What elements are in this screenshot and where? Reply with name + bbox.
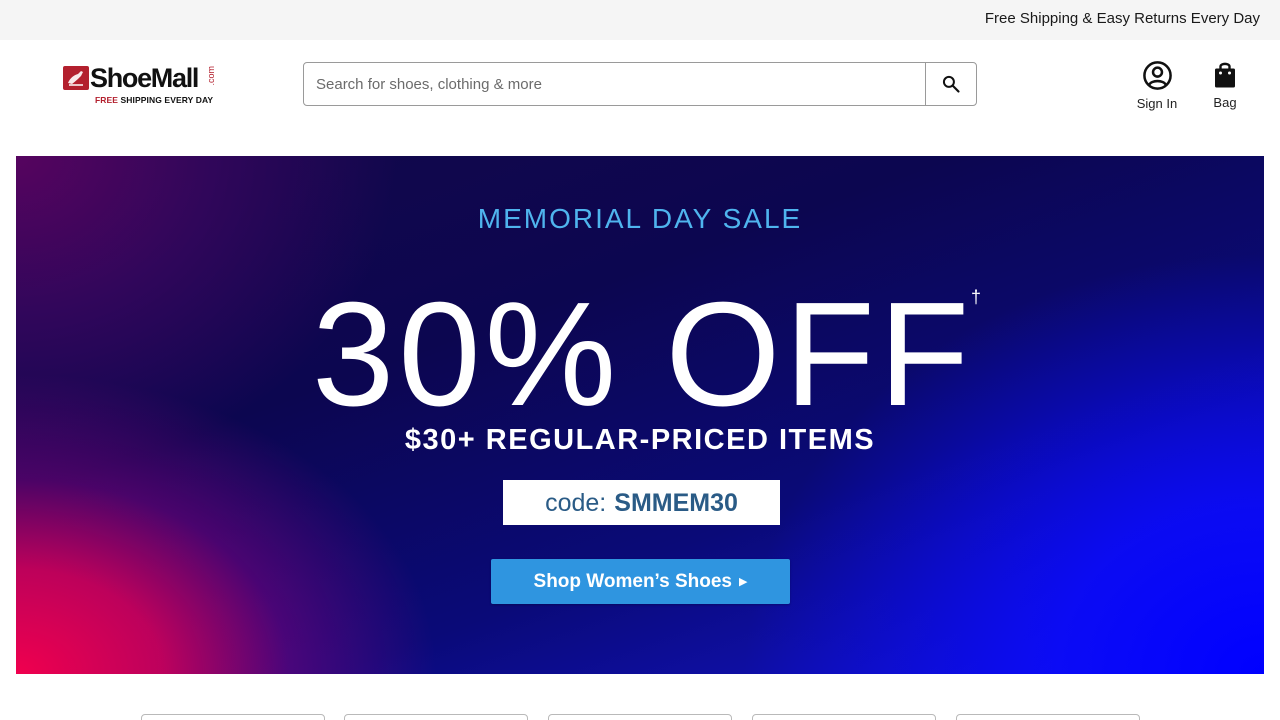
category-tile[interactable] — [344, 714, 528, 720]
hero-headline: 30% OFF — [312, 272, 974, 437]
hero-footnote-mark: † — [971, 287, 982, 307]
category-tile-row — [0, 714, 1280, 720]
logo-tagline: FREE SHIPPING EVERY DAY — [95, 95, 213, 105]
search-button[interactable] — [925, 63, 976, 105]
shopping-bag-icon — [1215, 62, 1235, 88]
account-circle-icon — [1142, 61, 1172, 90]
site-header: ShoeMall .com FREE SHIPPING EVERY DAY Si… — [0, 40, 1280, 156]
memorial-day-sale-banner[interactable]: MEMORIAL DAY SALE 30% OFF † $30+ REGULAR… — [16, 156, 1264, 674]
hero-kicker: MEMORIAL DAY SALE — [477, 203, 803, 234]
category-tile[interactable] — [752, 714, 936, 720]
bag-button[interactable]: Bag — [1205, 60, 1245, 110]
shop-button-label: Shop Women’s Shoes — [533, 570, 732, 592]
bag-label: Bag — [1213, 95, 1237, 110]
promo-code-value: SMMEM30 — [614, 488, 738, 517]
shoemall-logo[interactable]: ShoeMall .com FREE SHIPPING EVERY DAY — [63, 63, 223, 108]
category-tile[interactable] — [548, 714, 732, 720]
logo-wordmark: ShoeMall — [90, 63, 199, 93]
search-bar — [303, 62, 977, 106]
category-tile[interactable] — [141, 714, 325, 720]
logo-suffix: .com — [206, 66, 216, 86]
sign-in-label: Sign In — [1136, 96, 1178, 111]
sign-in-button[interactable]: Sign In — [1131, 60, 1183, 111]
logo-tagline-rest: SHIPPING EVERY DAY — [118, 95, 214, 105]
promo-code-label: code: — [545, 488, 607, 517]
shop-womens-shoes-button[interactable]: Shop Women’s Shoes ▶ — [491, 559, 790, 604]
logo-tagline-highlight: FREE — [95, 95, 119, 105]
category-tile[interactable] — [956, 714, 1140, 720]
promo-topbar: Free Shipping & Easy Returns Every Day — [0, 0, 1280, 40]
search-icon — [942, 75, 960, 93]
hero-subline: $30+ REGULAR-PRICED ITEMS — [404, 424, 876, 456]
promo-code-box: code: SMMEM30 — [503, 480, 780, 525]
play-arrow-icon: ▶ — [739, 575, 748, 588]
search-input[interactable] — [304, 63, 926, 105]
shoe-logo-icon — [63, 66, 89, 90]
promo-message: Free Shipping & Easy Returns Every Day — [984, 10, 1260, 27]
